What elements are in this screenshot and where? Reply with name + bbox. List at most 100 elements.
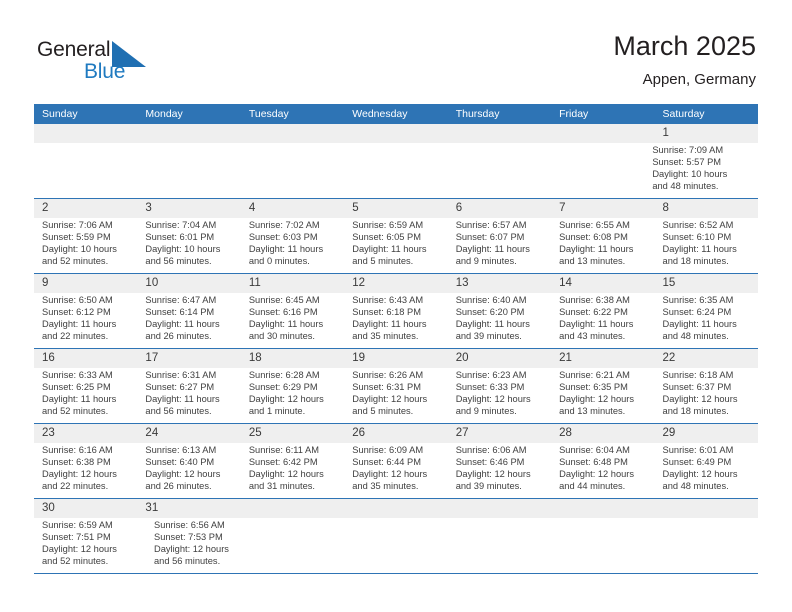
day-cell-9[interactable]: Sunrise: 6:50 AM Sunset: 6:12 PM Daylight:… — [34, 293, 137, 348]
day-cell-26[interactable]: Sunrise: 6:09 AM Sunset: 6:44 PM Daylight:… — [344, 443, 447, 498]
day-cell-empty — [358, 518, 458, 573]
day-cell-21[interactable]: Sunrise: 6:21 AM Sunset: 6:35 PM Daylight:… — [551, 368, 654, 423]
day-number-25[interactable]: 25 — [241, 424, 344, 443]
week-daynumber-band: 1 — [34, 124, 758, 143]
day-number-27[interactable]: 27 — [448, 424, 551, 443]
day-cell-empty — [543, 143, 645, 198]
daylight-text: and 5 minutes. — [352, 255, 414, 266]
sunset-text: Sunset: 6:05 PM — [352, 231, 421, 242]
day-number-19[interactable]: 19 — [344, 349, 447, 368]
daylight-text: Daylight: 11 hours — [455, 243, 530, 254]
day-cell-10[interactable]: Sunrise: 6:47 AM Sunset: 6:14 PM Daylight:… — [137, 293, 240, 348]
day-number-9[interactable]: 9 — [34, 274, 137, 293]
daylight-text: and 18 minutes. — [662, 405, 729, 416]
weekday-header-friday: Friday — [559, 108, 589, 120]
daylight-text: and 9 minutes. — [455, 405, 517, 416]
day-number-24[interactable]: 24 — [137, 424, 240, 443]
sunrise-text: Sunrise: 6:59 AM — [352, 220, 424, 230]
day-number-7[interactable]: 7 — [551, 199, 654, 218]
day-number-6[interactable]: 6 — [448, 199, 551, 218]
day-number-empty — [344, 499, 447, 518]
daylight-text: and 5 minutes. — [352, 405, 414, 416]
day-cell-3[interactable]: Sunrise: 7:04 AM Sunset: 6:01 PM Daylight:… — [137, 218, 240, 273]
day-number-17[interactable]: 17 — [137, 349, 240, 368]
day-cell-6[interactable]: Sunrise: 6:57 AM Sunset: 6:07 PM Daylight:… — [448, 218, 551, 273]
day-cell-14[interactable]: Sunrise: 6:38 AM Sunset: 6:22 PM Daylight:… — [551, 293, 654, 348]
day-cell-18[interactable]: Sunrise: 6:28 AM Sunset: 6:29 PM Daylight:… — [241, 368, 344, 423]
daylight-text: Daylight: 12 hours — [559, 468, 635, 479]
day-cell-empty — [258, 518, 358, 573]
day-number-20[interactable]: 20 — [448, 349, 551, 368]
day-number-18[interactable]: 18 — [241, 349, 344, 368]
day-cell-15[interactable]: Sunrise: 6:35 AM Sunset: 6:24 PM Daylight:… — [655, 293, 758, 348]
day-cell-5[interactable]: Sunrise: 6:59 AM Sunset: 6:05 PM Daylight:… — [344, 218, 447, 273]
day-cell-20[interactable]: Sunrise: 6:23 AM Sunset: 6:33 PM Daylight:… — [448, 368, 551, 423]
day-cell-7[interactable]: Sunrise: 6:55 AM Sunset: 6:08 PM Daylight:… — [551, 218, 654, 273]
week-detail-band: Sunrise: 6:16 AM Sunset: 6:38 PM Daylight:… — [34, 443, 758, 498]
daylight-text: and 18 minutes. — [662, 255, 729, 266]
day-cell-17[interactable]: Sunrise: 6:31 AM Sunset: 6:27 PM Daylight:… — [137, 368, 240, 423]
day-cell-28[interactable]: Sunrise: 6:04 AM Sunset: 6:48 PM Daylight:… — [551, 443, 654, 498]
day-number-8[interactable]: 8 — [655, 199, 758, 218]
daylight-text: Daylight: 11 hours — [248, 243, 324, 254]
day-number-4[interactable]: 4 — [241, 199, 344, 218]
day-cell-27[interactable]: Sunrise: 6:06 AM Sunset: 6:46 PM Daylight:… — [448, 443, 551, 498]
sunset-text: Sunset: 6:49 PM — [662, 456, 732, 467]
day-number-5[interactable]: 5 — [344, 199, 447, 218]
day-cell-30[interactable]: Sunrise: 6:59 AM Sunset: 7:51 PM Daylight:… — [34, 518, 146, 573]
sunset-text: Sunset: 6:22 PM — [559, 306, 628, 317]
day-number-15[interactable]: 15 — [655, 274, 758, 293]
sunrise-text: Sunrise: 6:11 AM — [248, 445, 319, 455]
calendar-week-row: 2 3 4 5 6 7 8 Sunrise: 7:06 AM Sunset: 5:59 PM Da… — [34, 198, 758, 273]
day-cell-16[interactable]: Sunrise: 6:33 AM Sunset: 6:25 PM Daylight:… — [34, 368, 137, 423]
day-number-10[interactable]: 10 — [137, 274, 240, 293]
general-blue-logo[interactable]: General Blue — [37, 38, 167, 90]
daylight-text: Daylight: 12 hours — [42, 543, 117, 554]
daylight-text: and 1 minute. — [248, 405, 306, 416]
week-detail-band: Sunrise: 6:59 AM Sunset: 7:51 PM Daylight:… — [34, 518, 758, 573]
daylight-text: Daylight: 12 hours — [559, 393, 635, 404]
daylight-text: Daylight: 11 hours — [248, 318, 324, 329]
location-subtitle: Appen, Germany — [642, 71, 756, 88]
day-cell-23[interactable]: Sunrise: 6:16 AM Sunset: 6:38 PM Daylight:… — [34, 443, 137, 498]
day-number-30[interactable]: 30 — [34, 499, 137, 518]
day-number-21[interactable]: 21 — [551, 349, 654, 368]
day-number-1[interactable]: 1 — [655, 124, 758, 143]
day-number-28[interactable]: 28 — [551, 424, 654, 443]
sunset-text: Sunset: 6:12 PM — [42, 306, 111, 317]
day-cell-11[interactable]: Sunrise: 6:45 AM Sunset: 6:16 PM Daylight:… — [241, 293, 344, 348]
sunset-text: Sunset: 7:51 PM — [42, 531, 111, 542]
sunset-text: Sunset: 6:20 PM — [455, 306, 525, 317]
day-cell-8[interactable]: Sunrise: 6:52 AM Sunset: 6:10 PM Daylight:… — [655, 218, 758, 273]
day-number-16[interactable]: 16 — [34, 349, 137, 368]
day-number-3[interactable]: 3 — [137, 199, 240, 218]
daylight-text: and 56 minutes. — [154, 555, 221, 566]
day-cell-4[interactable]: Sunrise: 7:02 AM Sunset: 6:03 PM Daylight:… — [241, 218, 344, 273]
day-number-12[interactable]: 12 — [344, 274, 447, 293]
day-number-23[interactable]: 23 — [34, 424, 137, 443]
day-cell-12[interactable]: Sunrise: 6:43 AM Sunset: 6:18 PM Daylight:… — [344, 293, 447, 348]
sunset-text: Sunset: 6:48 PM — [559, 456, 628, 467]
day-number-22[interactable]: 22 — [655, 349, 758, 368]
day-number-31[interactable]: 31 — [137, 499, 240, 518]
calendar-weeks: 1 Sunrise: 7:09 AM Sunset: 5:57 PM Daylight… — [34, 124, 758, 574]
day-number-14[interactable]: 14 — [551, 274, 654, 293]
day-number-29[interactable]: 29 — [655, 424, 758, 443]
day-cell-29[interactable]: Sunrise: 6:01 AM Sunset: 6:49 PM Daylight:… — [655, 443, 758, 498]
day-number-26[interactable]: 26 — [344, 424, 447, 443]
day-cell-1[interactable]: Sunrise: 7:09 AM Sunset: 5:57 PM Daylight:… — [644, 143, 758, 198]
day-number-13[interactable]: 13 — [448, 274, 551, 293]
day-cell-2[interactable]: Sunrise: 7:06 AM Sunset: 5:59 PM Daylight:… — [34, 218, 137, 273]
daylight-text: and 48 minutes. — [652, 180, 719, 191]
logo-text-general: General — [37, 38, 111, 61]
day-cell-22[interactable]: Sunrise: 6:18 AM Sunset: 6:37 PM Daylight:… — [655, 368, 758, 423]
day-number-11[interactable]: 11 — [241, 274, 344, 293]
day-cell-25[interactable]: Sunrise: 6:11 AM Sunset: 6:42 PM Daylight:… — [241, 443, 344, 498]
day-cell-19[interactable]: Sunrise: 6:26 AM Sunset: 6:31 PM Daylight:… — [344, 368, 447, 423]
daylight-text: and 39 minutes. — [455, 330, 522, 341]
day-number-2[interactable]: 2 — [34, 199, 137, 218]
day-cell-13[interactable]: Sunrise: 6:40 AM Sunset: 6:20 PM Daylight:… — [448, 293, 551, 348]
day-cell-31[interactable]: Sunrise: 6:56 AM Sunset: 7:53 PM Daylight:… — [146, 518, 258, 573]
sunrise-text: Sunrise: 6:21 AM — [559, 370, 630, 380]
day-cell-24[interactable]: Sunrise: 6:13 AM Sunset: 6:40 PM Daylight:… — [137, 443, 240, 498]
